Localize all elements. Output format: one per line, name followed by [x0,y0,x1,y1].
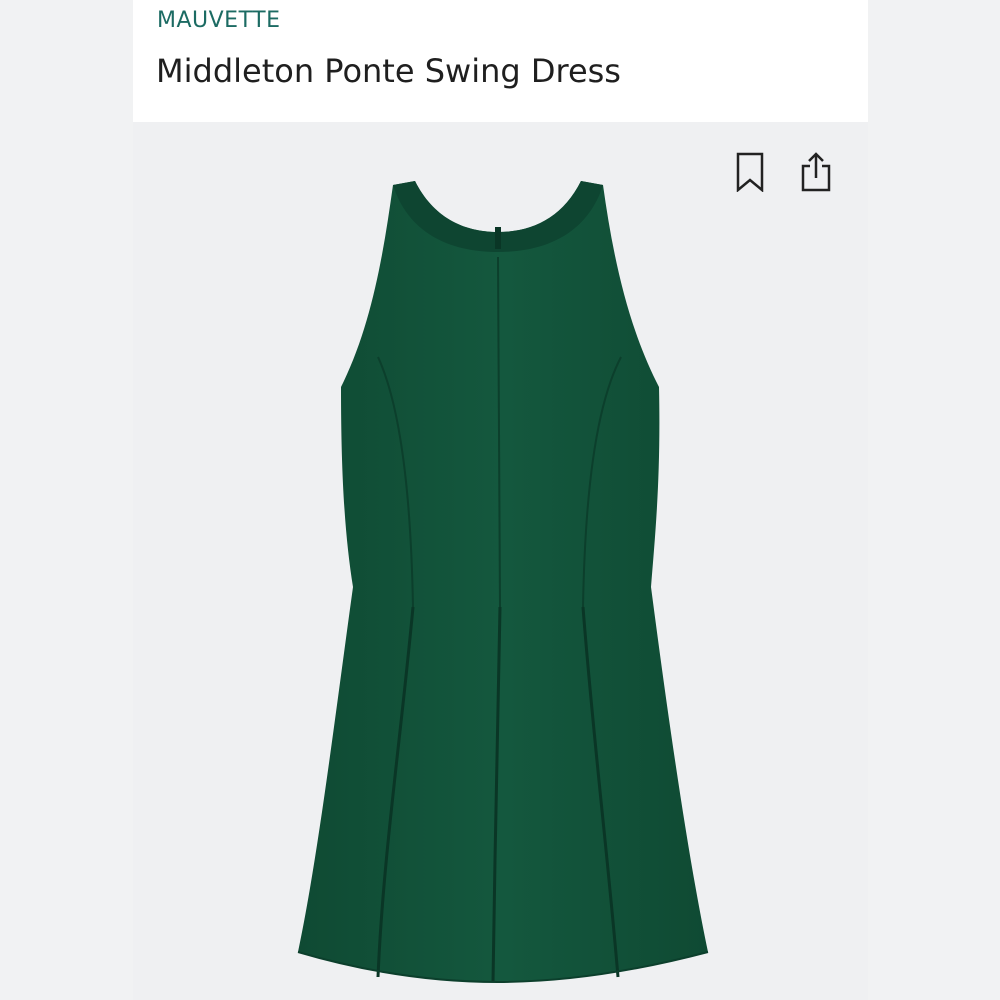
left-margin [0,0,133,1000]
brand-name[interactable]: MAUVETTE [157,8,280,33]
bookmark-button[interactable] [733,152,767,192]
share-icon [801,152,831,192]
share-button[interactable] [799,152,833,192]
right-margin [868,0,1000,1000]
product-title: Middleton Ponte Swing Dress [156,52,621,90]
product-page: MAUVETTE Middleton Ponte Swing Dress [0,0,1000,1000]
product-image-area [133,122,868,1000]
product-header: MAUVETTE Middleton Ponte Swing Dress [133,0,868,122]
bookmark-icon [736,152,764,192]
dress-image [297,181,709,984]
